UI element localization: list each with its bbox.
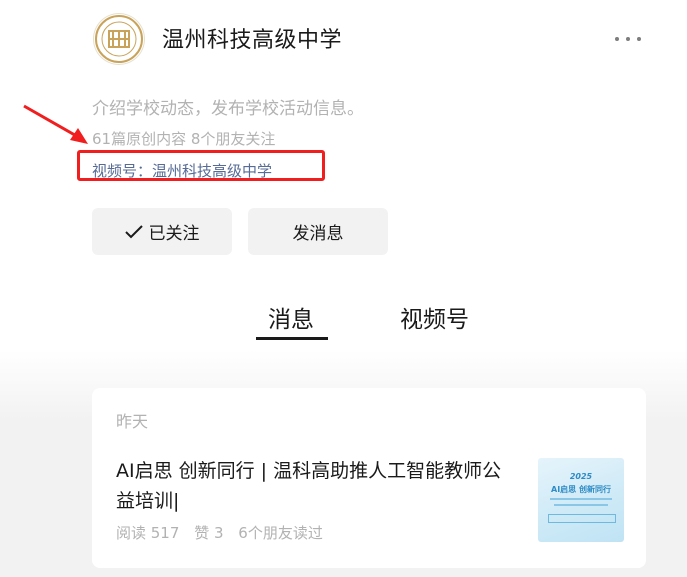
article-thumbnail[interactable]: 2025 AI启思 创新同行 <box>538 458 624 542</box>
article-title[interactable]: AI启思 创新同行 | 温科高助推人工智能教师公益培训| <box>116 456 516 516</box>
article-card[interactable]: 昨天 AI启思 创新同行 | 温科高助推人工智能教师公益培训| 阅读 517 赞… <box>92 388 646 568</box>
check-icon <box>124 224 143 238</box>
friends-read: 6个朋友读过 <box>238 524 323 542</box>
red-arrow-annotation <box>23 104 88 144</box>
account-intro: 介绍学校动态，发布学校活动信息。 <box>92 99 364 119</box>
like-count: 赞 3 <box>194 524 224 542</box>
tab-messages[interactable]: 消息 <box>268 300 314 334</box>
thumbnail-title: AI启思 创新同行 <box>551 485 611 494</box>
active-tab-indicator <box>256 337 328 340</box>
more-horizontal-icon[interactable] <box>615 34 641 44</box>
account-name: 温州科技高级中学 <box>162 28 343 53</box>
article-meta: 阅读 517 赞 3 6个朋友读过 <box>116 522 333 543</box>
read-count: 阅读 517 <box>116 524 180 542</box>
highlight-box <box>77 150 325 181</box>
followed-button[interactable]: 已关注 <box>92 208 232 255</box>
thumbnail-decor-box <box>548 514 616 523</box>
followed-label: 已关注 <box>148 224 200 244</box>
thumbnail-decor-line <box>550 498 612 500</box>
tab-channels[interactable]: 视频号 <box>400 300 469 334</box>
school-logo-icon[interactable] <box>94 14 144 64</box>
feed-date: 昨天 <box>116 412 149 431</box>
account-stats: 61篇原创内容 8个朋友关注 <box>92 130 276 148</box>
thumbnail-decor-line <box>554 504 608 506</box>
send-message-label: 发消息 <box>292 224 344 244</box>
send-message-button[interactable]: 发消息 <box>248 208 388 255</box>
thumbnail-year: 2025 <box>569 472 593 481</box>
